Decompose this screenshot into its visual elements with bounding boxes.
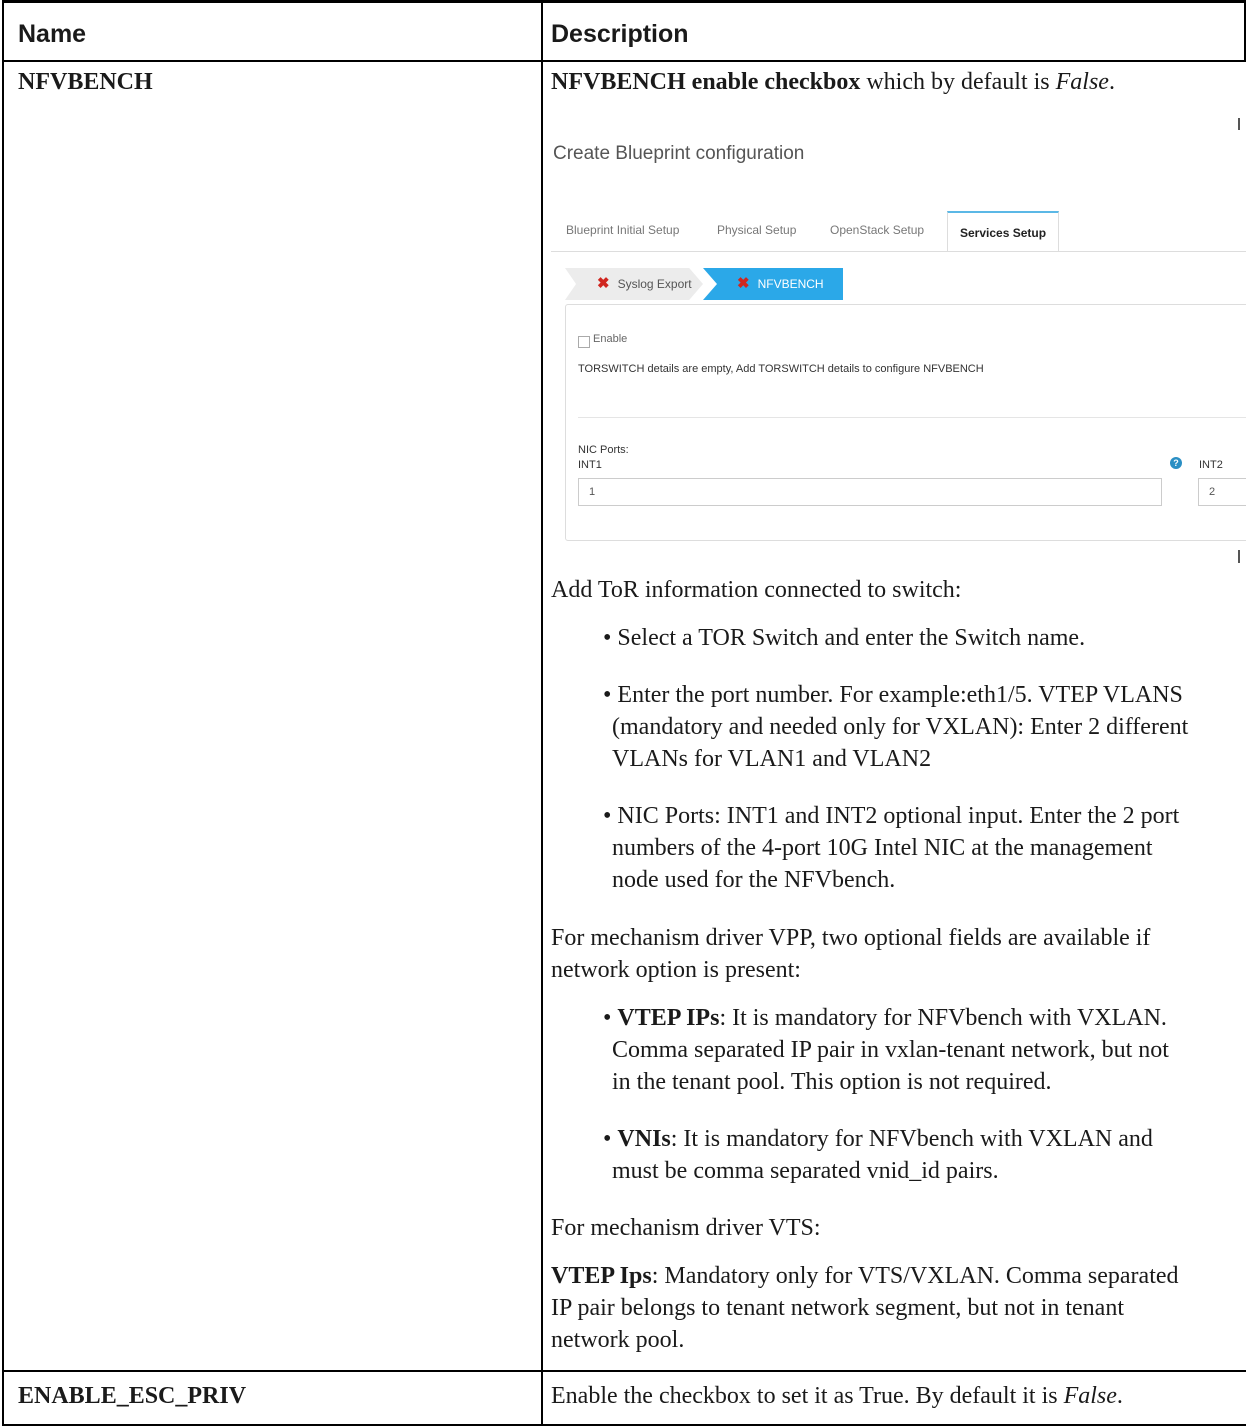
tor-message: TORSWITCH details are empty, Add TORSWIT…	[578, 363, 984, 375]
column-divider	[541, 0, 543, 1426]
nfvbench-panel: Enable TORSWITCH details are empty, Add …	[565, 304, 1246, 541]
screenshot-edge-bottom	[1238, 550, 1240, 563]
intro-default: False	[1055, 69, 1109, 95]
intro-end: .	[1108, 69, 1115, 95]
tab-blueprint-initial-setup[interactable]: Blueprint Initial Setup	[566, 223, 679, 237]
int2-input[interactable]	[1198, 478, 1246, 506]
step-syslog-export[interactable]: ✖ Syslog Export	[565, 268, 703, 300]
intro-text: which by default is	[860, 69, 1056, 95]
nic-ports-label: NIC Ports:	[578, 444, 629, 456]
table-header: Name Description	[2, 0, 1246, 62]
enable-label: Enable	[593, 333, 628, 345]
x-mark-icon: ✖	[597, 275, 610, 292]
table-border-left	[2, 0, 4, 1426]
intro-term: NFVBENCH enable checkbox	[551, 69, 861, 95]
step-label: Syslog Export	[617, 277, 692, 291]
step-label: NFVBENCH	[757, 277, 824, 291]
row-divider	[2, 1370, 1246, 1372]
int2-label: INT2	[1199, 459, 1223, 471]
header-name: Name	[18, 20, 87, 48]
panel-divider	[578, 417, 1246, 418]
blueprint-screenshot: Create Blueprint configuration Blueprint…	[551, 118, 1246, 563]
int1-label: INT1	[578, 459, 602, 471]
question-icon[interactable]: ?	[1170, 457, 1182, 469]
nfvbench-intro: NFVBENCH enable checkbox which by defaul…	[551, 66, 1115, 99]
x-mark-icon: ✖	[737, 275, 750, 292]
tab-physical-setup[interactable]: Physical Setup	[717, 223, 796, 237]
setup-tabs: Blueprint Initial Setup Physical Setup O…	[551, 211, 1246, 252]
header-description: Description	[551, 20, 689, 48]
enable-checkbox[interactable]	[578, 336, 590, 348]
step-nfvbench[interactable]: ✖ NFVBENCH	[703, 268, 843, 300]
int1-input[interactable]	[578, 478, 1162, 506]
screenshot-title: Create Blueprint configuration	[553, 143, 805, 164]
screenshot-edge-top	[1238, 118, 1240, 130]
tab-openstack-setup[interactable]: OpenStack Setup	[830, 223, 924, 237]
row-name-nfvbench: NFVBENCH	[18, 69, 153, 95]
tab-services-setup[interactable]: Services Setup	[947, 211, 1060, 251]
